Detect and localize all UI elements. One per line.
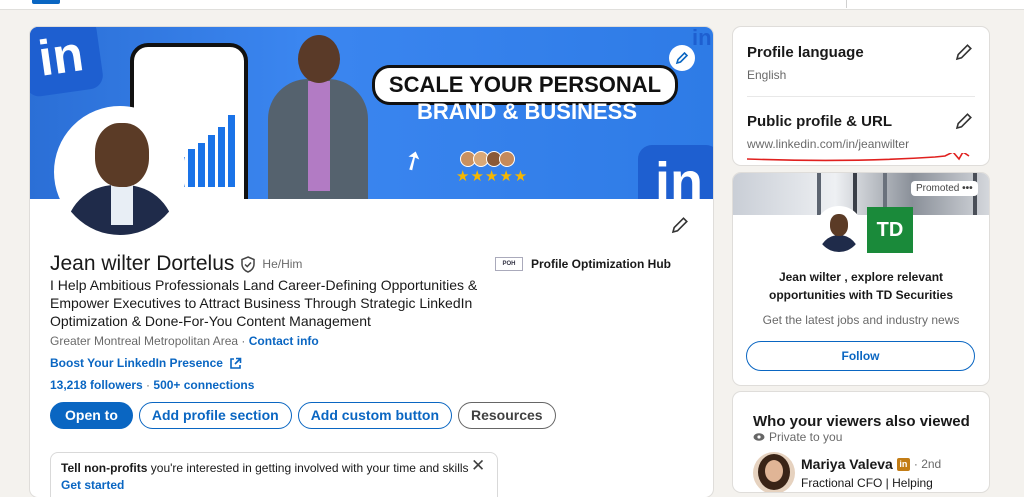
viewer-name-link[interactable]: Mariya Valeva in · 2nd bbox=[801, 456, 941, 472]
add-profile-section-button[interactable]: Add profile section bbox=[138, 402, 292, 429]
verified-shield-icon[interactable] bbox=[240, 255, 256, 273]
promoted-text: Promoted bbox=[916, 183, 960, 194]
edit-language-button[interactable] bbox=[954, 42, 974, 67]
network-stats: 13,218 followers · 500+ connections bbox=[50, 378, 254, 392]
viewer-avatar[interactable] bbox=[753, 452, 795, 492]
profile-headline: I Help Ambitious Professionals Land Care… bbox=[50, 277, 478, 329]
website-link[interactable]: Boost Your LinkedIn Presence bbox=[50, 356, 242, 370]
external-link-icon bbox=[230, 357, 242, 369]
profile-photo[interactable] bbox=[54, 106, 186, 238]
public-profile-url[interactable]: www.linkedin.com/in/jeanwilter bbox=[747, 137, 909, 151]
connections-link[interactable]: 500+ connections bbox=[153, 378, 254, 392]
open-to-button[interactable]: Open to bbox=[50, 402, 133, 429]
edit-intro-button[interactable] bbox=[670, 215, 690, 240]
eye-icon bbox=[753, 433, 765, 441]
nav-divider bbox=[846, 0, 847, 8]
viewer-headline: Fractional CFO | Helping bbox=[801, 476, 933, 490]
add-custom-button-button[interactable]: Add custom button bbox=[297, 402, 452, 429]
pronouns: He/Him bbox=[262, 257, 303, 271]
private-text: Private to you bbox=[769, 430, 843, 444]
viewers-title: Who your viewers also viewed bbox=[753, 413, 970, 430]
nonprofit-prompt-bold: Tell non-profits bbox=[61, 461, 148, 475]
viewers-also-viewed-card: Who your viewers also viewed Private to … bbox=[733, 392, 989, 492]
close-icon[interactable]: ✕ bbox=[471, 456, 485, 476]
pencil-icon bbox=[675, 51, 689, 65]
promoted-label: Promoted ••• bbox=[911, 181, 978, 196]
location-text: Greater Montreal Metropolitan Area bbox=[50, 334, 239, 348]
premium-badge-icon: in bbox=[896, 457, 910, 471]
viewer-name: Mariya Valeva bbox=[801, 456, 893, 472]
connection-degree: · 2nd bbox=[913, 457, 942, 471]
profile-name: Jean wilter Dortelus bbox=[50, 252, 235, 275]
nonprofit-prompt-text: Tell non-profits you're interested in ge… bbox=[61, 461, 469, 475]
ad-message-line1: Jean wilter , explore relevant bbox=[778, 270, 944, 284]
linkedin-logo-icon[interactable] bbox=[32, 0, 60, 4]
ad-subtext: Get the latest jobs and industry news bbox=[762, 313, 960, 327]
website-label: Boost Your LinkedIn Presence bbox=[50, 356, 223, 370]
private-note: Private to you bbox=[753, 430, 842, 444]
public-profile-title: Public profile & URL bbox=[747, 113, 893, 130]
profile-settings-card: Profile language English Public profile … bbox=[733, 27, 989, 165]
pencil-icon bbox=[955, 113, 972, 130]
followers-link[interactable]: 13,218 followers bbox=[50, 378, 143, 392]
company-logo: POH bbox=[495, 257, 523, 271]
pencil-icon bbox=[671, 217, 688, 234]
name-row: Jean wilter Dortelus He/Him bbox=[50, 252, 302, 276]
current-company[interactable]: POH Profile Optimization Hub bbox=[495, 257, 671, 271]
red-underline-annotation bbox=[746, 153, 970, 162]
get-started-link[interactable]: Get started bbox=[61, 478, 124, 492]
star-rating: ★★★★★ bbox=[456, 168, 529, 185]
linkedin-logo-icon: in bbox=[692, 27, 712, 50]
profile-actions: Open to Add profile section Add custom b… bbox=[50, 402, 556, 429]
more-options-icon[interactable]: ••• bbox=[962, 183, 973, 194]
profile-language-value: English bbox=[747, 68, 787, 82]
banner-headline-bottom: BRAND & BUSINESS bbox=[416, 99, 638, 124]
nonprofit-prompt-rest: you're interested in getting involved wi… bbox=[147, 461, 469, 475]
edit-url-button[interactable] bbox=[954, 111, 974, 136]
profile-language-title: Profile language bbox=[747, 44, 864, 61]
banner-person-image bbox=[258, 27, 378, 199]
nonprofit-prompt: Tell non-profits you're interested in ge… bbox=[50, 452, 498, 497]
pencil-icon bbox=[955, 44, 972, 61]
location-line: Greater Montreal Metropolitan Area · Con… bbox=[50, 334, 319, 348]
top-nav-bar bbox=[0, 0, 1024, 10]
profile-card: in in SCALE YOUR PERSONAL BRAND & BUSINE… bbox=[30, 27, 713, 497]
company-name: Profile Optimization Hub bbox=[531, 257, 671, 271]
promoted-ad-card: Promoted ••• TD Jean wilter , explore re… bbox=[733, 173, 989, 385]
edit-banner-button[interactable] bbox=[669, 45, 695, 71]
follow-button[interactable]: Follow bbox=[746, 341, 975, 371]
linkedin-logo-icon: in bbox=[638, 145, 713, 199]
separator: · bbox=[142, 378, 154, 392]
arrow-icon: ➚ bbox=[395, 141, 430, 179]
ad-message-line2: opportunities with TD Securities bbox=[768, 288, 953, 302]
contact-info-link[interactable]: Contact info bbox=[249, 334, 319, 348]
td-logo[interactable]: TD bbox=[867, 207, 913, 253]
divider bbox=[747, 96, 975, 97]
separator: · bbox=[238, 334, 249, 348]
resources-button[interactable]: Resources bbox=[458, 402, 556, 429]
ad-user-avatar bbox=[815, 206, 863, 254]
linkedin-logo-icon: in bbox=[30, 27, 105, 99]
